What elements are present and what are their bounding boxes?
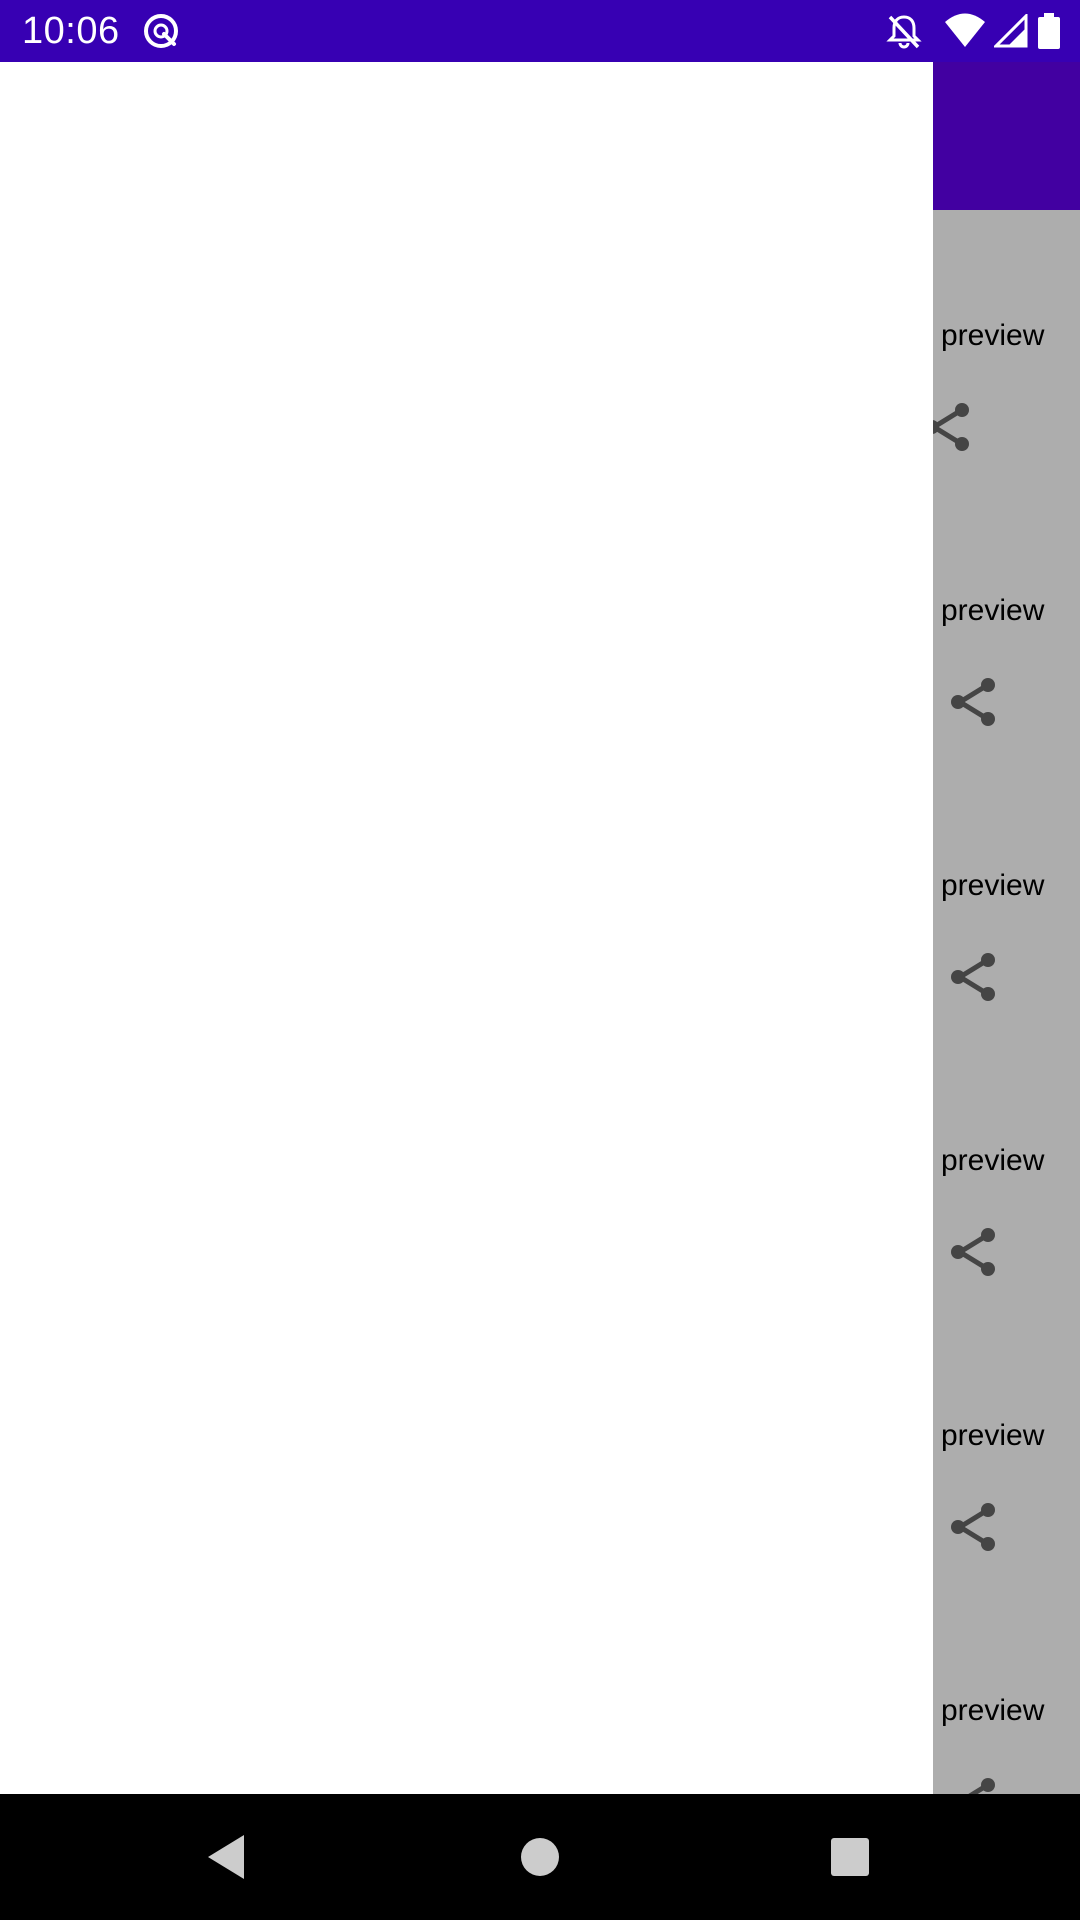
status-time: 10:06 [22,10,120,52]
navigation-bar [0,1794,1080,1920]
signal-icon [994,0,1028,62]
battery-icon [1038,0,1060,62]
notifications-off-icon [884,0,924,62]
recents-icon[interactable] [790,1794,910,1920]
navigation-drawer[interactable] [0,62,933,1794]
sync-icon [140,0,182,62]
screen: 10:06 preview preview preview preview pr… [0,0,1080,1920]
back-icon[interactable] [166,1794,286,1920]
status-bar: 10:06 [0,0,1080,62]
wifi-icon [944,0,986,62]
home-icon[interactable] [480,1794,600,1920]
